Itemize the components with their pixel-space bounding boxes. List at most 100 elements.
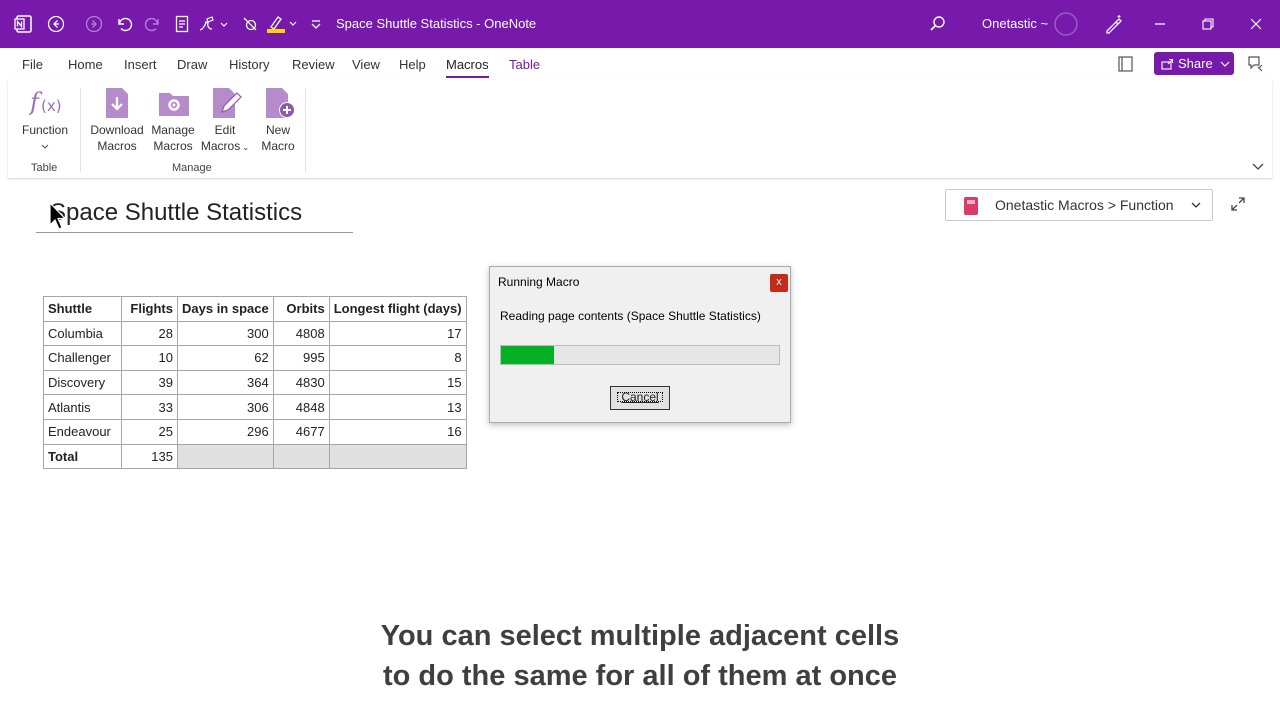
table-row: Discovery 39 364 4830 15 bbox=[43, 369, 467, 396]
table-cell[interactable]: 364 bbox=[177, 369, 274, 396]
customize-toolbar-icon[interactable] bbox=[304, 12, 328, 36]
macro-location-text: Onetastic Macros > Function bbox=[995, 197, 1174, 213]
avatar[interactable] bbox=[1052, 12, 1080, 36]
share-icon bbox=[1161, 58, 1174, 70]
table-cell[interactable]: 995 bbox=[272, 345, 330, 371]
tab-history[interactable]: History bbox=[229, 57, 269, 72]
tab-insert[interactable]: Insert bbox=[124, 57, 157, 72]
caption-line-1: You can select multiple adjacent cells bbox=[380, 620, 900, 652]
highlighter-icon[interactable] bbox=[266, 12, 300, 36]
edit-macros-button[interactable]: Edit Macros ⌄ bbox=[199, 86, 251, 156]
folder-gear-icon bbox=[157, 86, 189, 120]
table-cell[interactable]: 17 bbox=[328, 320, 467, 347]
tab-table[interactable]: Table bbox=[509, 57, 540, 72]
feedback-icon[interactable] bbox=[1246, 54, 1266, 79]
tab-file[interactable]: File bbox=[22, 57, 43, 72]
total-flights-cell[interactable]: 135 bbox=[121, 443, 178, 470]
new-macro-button[interactable]: New Macro bbox=[257, 86, 299, 154]
back-icon[interactable] bbox=[44, 12, 68, 36]
page-title[interactable]: Space Shuttle Statistics bbox=[50, 199, 302, 227]
table-cell[interactable]: 4830 bbox=[272, 369, 330, 396]
table-cell[interactable]: 16 bbox=[328, 418, 467, 445]
table-cell[interactable]: 10 bbox=[121, 345, 178, 371]
table-cell[interactable]: 25 bbox=[121, 418, 178, 445]
search-icon[interactable] bbox=[926, 12, 950, 36]
tab-draw[interactable]: Draw bbox=[177, 57, 207, 72]
table-cell[interactable]: 8 bbox=[328, 345, 467, 371]
tab-home[interactable]: Home bbox=[68, 57, 103, 72]
macro-location-dropdown[interactable]: Onetastic Macros > Function bbox=[945, 189, 1213, 221]
table-cell[interactable]: 300 bbox=[177, 320, 274, 347]
table-cell[interactable]: 39 bbox=[121, 369, 178, 396]
table-cell[interactable]: Atlantis bbox=[43, 394, 122, 420]
notebook-icon bbox=[964, 197, 978, 215]
table-cell[interactable]: 33 bbox=[121, 394, 178, 420]
download-macros-button[interactable]: Download Macros bbox=[88, 86, 146, 154]
table-cell[interactable]: 4808 bbox=[272, 320, 330, 347]
forward-icon[interactable] bbox=[82, 12, 106, 36]
pen-dropdown-icon[interactable] bbox=[196, 12, 230, 36]
share-button[interactable]: Share bbox=[1154, 52, 1234, 75]
header-cell[interactable]: Orbits bbox=[272, 296, 330, 322]
tab-help[interactable]: Help bbox=[399, 57, 426, 72]
expand-icon[interactable] bbox=[1230, 196, 1246, 217]
table-cell[interactable]: 13 bbox=[328, 394, 467, 420]
cancel-button[interactable]: Cancel bbox=[610, 386, 670, 410]
new-macro-icon bbox=[262, 86, 295, 120]
table-cell[interactable]: 296 bbox=[177, 418, 274, 445]
selected-cell[interactable] bbox=[177, 443, 274, 470]
undo-icon[interactable] bbox=[112, 12, 136, 36]
tab-view[interactable]: View bbox=[352, 57, 380, 72]
table-cell[interactable]: 28 bbox=[121, 320, 178, 347]
table-cell[interactable]: Columbia bbox=[43, 320, 122, 347]
table-cell[interactable]: Endeavour bbox=[43, 418, 122, 445]
table-total-row: Total 135 bbox=[43, 443, 467, 470]
table-cell[interactable]: Discovery bbox=[43, 369, 122, 396]
collapse-ribbon-icon[interactable] bbox=[1252, 158, 1264, 176]
eraser-icon[interactable] bbox=[238, 12, 262, 36]
shuttle-table[interactable]: Shuttle Flights Days in space Orbits Lon… bbox=[43, 296, 467, 470]
header-cell[interactable]: Flights bbox=[121, 296, 178, 322]
designer-icon[interactable] bbox=[1102, 12, 1126, 36]
table-header-row: Shuttle Flights Days in space Orbits Lon… bbox=[43, 296, 467, 322]
cancel-label: Cancel bbox=[615, 390, 664, 404]
share-label: Share bbox=[1178, 56, 1213, 71]
chevron-down-icon: ⌄ bbox=[240, 143, 250, 152]
restore-icon[interactable] bbox=[1196, 12, 1220, 36]
function-icon: f (x) bbox=[28, 86, 62, 120]
chevron-down-icon bbox=[14, 138, 76, 154]
table-cell[interactable]: 15 bbox=[328, 369, 467, 396]
header-cell[interactable]: Days in space bbox=[177, 296, 274, 322]
header-cell[interactable]: Shuttle bbox=[43, 296, 122, 322]
manage-macros-button[interactable]: Manage Macros bbox=[148, 86, 198, 154]
dialog-title: Running Macro bbox=[498, 275, 580, 289]
minimize-icon[interactable] bbox=[1148, 12, 1172, 36]
redo-icon[interactable] bbox=[141, 12, 165, 36]
function-label: Function bbox=[21, 123, 69, 137]
selected-cell[interactable] bbox=[272, 443, 330, 470]
tab-macros[interactable]: Macros bbox=[446, 57, 489, 78]
function-button[interactable]: f (x) Function bbox=[14, 86, 76, 154]
header-cell[interactable]: Longest flight (days) bbox=[328, 296, 467, 322]
table-row: Columbia 28 300 4808 17 bbox=[43, 320, 467, 347]
chevron-down-icon[interactable] bbox=[1220, 61, 1230, 67]
table-cell[interactable]: Challenger bbox=[43, 345, 122, 371]
table-cell[interactable]: 306 bbox=[177, 394, 274, 420]
caption-line-2: to do the same for all of them at once bbox=[382, 660, 897, 692]
account-name[interactable]: Onetastic ~ bbox=[982, 16, 1048, 31]
total-label-cell[interactable]: Total bbox=[43, 443, 122, 470]
close-icon[interactable] bbox=[1244, 12, 1268, 36]
group-separator bbox=[305, 88, 306, 172]
new-macro-label-1: New bbox=[265, 123, 290, 137]
table-cell[interactable]: 4677 bbox=[272, 418, 330, 445]
document-title: Space Shuttle Statistics - OneNote bbox=[336, 16, 537, 31]
dialog-close-button[interactable]: x bbox=[770, 274, 788, 292]
tab-review[interactable]: Review bbox=[292, 57, 335, 72]
notebook-view-icon[interactable] bbox=[1116, 55, 1136, 78]
table-row: Endeavour 25 296 4677 16 bbox=[43, 418, 467, 445]
table-cell[interactable]: 4848 bbox=[272, 394, 330, 420]
page-icon[interactable] bbox=[170, 12, 194, 36]
svg-text:(x): (x) bbox=[41, 97, 62, 115]
selected-cell[interactable] bbox=[328, 443, 467, 470]
table-cell[interactable]: 62 bbox=[177, 345, 274, 371]
